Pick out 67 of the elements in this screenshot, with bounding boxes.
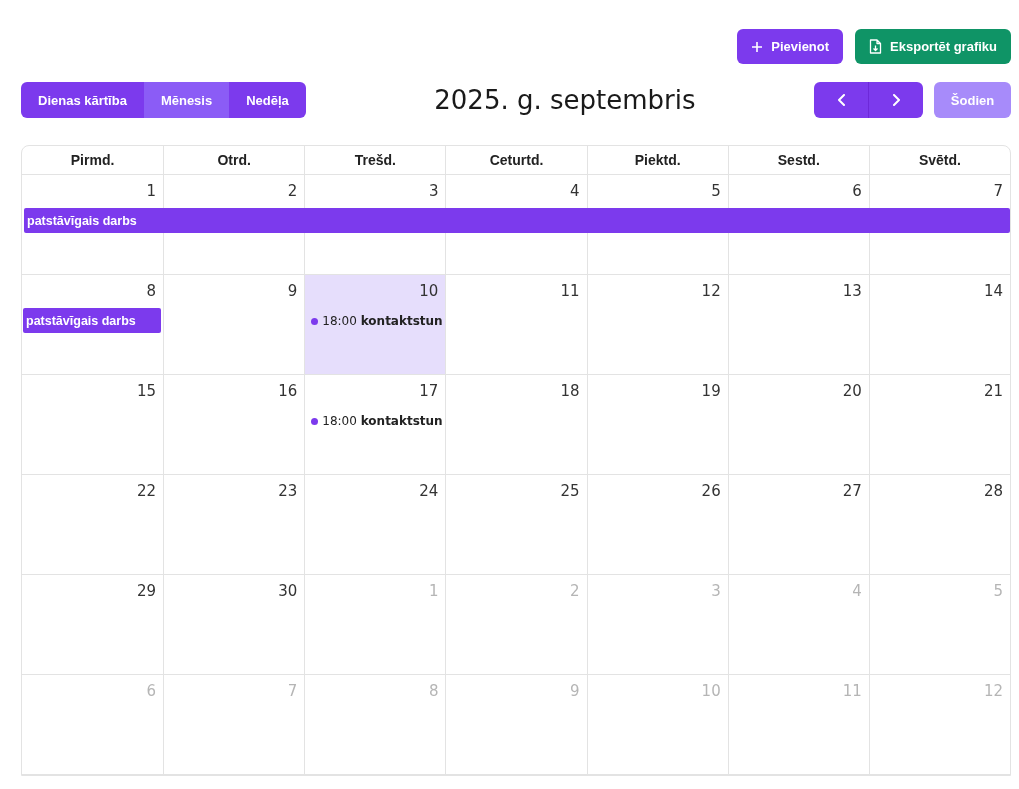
day-number: 8 — [146, 282, 157, 300]
day-number: 11 — [560, 282, 580, 300]
day-number: 5 — [993, 582, 1003, 600]
day-number: 23 — [278, 482, 298, 500]
day-number: 20 — [842, 382, 862, 400]
month-title: 2025. g. septembris — [433, 85, 697, 115]
day-number: 17 — [419, 382, 439, 400]
add-button[interactable]: Pievienot — [737, 29, 844, 64]
day-number: 26 — [701, 482, 721, 500]
day-number: 21 — [983, 382, 1003, 400]
day-number: 24 — [419, 482, 439, 500]
chevron-left-icon — [836, 94, 846, 106]
day-number: 9 — [287, 282, 298, 300]
day-number: 7 — [287, 682, 298, 700]
chevron-right-icon — [891, 94, 901, 106]
day-number: 4 — [570, 182, 580, 200]
day-number: 1 — [428, 582, 439, 600]
day-number: 15 — [137, 382, 157, 400]
day-number: 25 — [560, 482, 580, 500]
weekday-header: Sestd. — [727, 146, 869, 174]
day-number: 27 — [842, 482, 862, 500]
view-tab[interactable]: Dienas kārtība — [21, 82, 144, 118]
day-number: 28 — [983, 482, 1003, 500]
event-label[interactable]: 18:00 kontaktstun — [322, 414, 443, 428]
day-number: 19 — [701, 382, 721, 400]
day-number: 2 — [287, 182, 298, 200]
day-number: 6 — [852, 182, 862, 200]
day-number: 4 — [852, 582, 862, 600]
weekday-header: Pirmd. — [69, 151, 116, 170]
day-number: 1 — [146, 182, 157, 200]
event-bar[interactable]: patstāvīgais darbs — [23, 308, 162, 333]
day-number: 22 — [137, 482, 157, 500]
day-number: 10 — [419, 282, 439, 300]
day-number: 6 — [146, 682, 157, 700]
day-number: 16 — [278, 382, 298, 400]
weekday-header: Ceturtd. — [445, 146, 587, 174]
day-number: 12 — [983, 682, 1003, 700]
day-number: 9 — [570, 682, 580, 700]
weekday-header: Piektd. — [586, 146, 728, 174]
plus-icon — [751, 40, 764, 53]
weekday-header: Trešd. — [304, 146, 446, 174]
event-dot — [311, 417, 319, 425]
event-bar[interactable]: patstāvīgais darbs — [24, 208, 1010, 233]
day-number: 30 — [278, 582, 298, 600]
day-number: 10 — [701, 682, 721, 700]
next-button[interactable] — [868, 82, 923, 118]
weekday-header: Otrd. — [163, 146, 305, 174]
day-number: 2 — [570, 582, 580, 600]
day-number: 11 — [842, 682, 862, 700]
event-dot — [311, 317, 319, 325]
view-tab[interactable]: Nedēļa — [229, 82, 306, 118]
day-number: 7 — [993, 182, 1003, 200]
day-number: 3 — [428, 182, 439, 200]
day-number: 12 — [701, 282, 721, 300]
previous-button[interactable] — [814, 82, 868, 118]
day-number: 29 — [137, 582, 157, 600]
event-label[interactable]: 18:00 kontaktstun — [322, 314, 443, 328]
day-number: 8 — [428, 682, 439, 700]
day-number: 18 — [560, 382, 580, 400]
day-number: 14 — [983, 282, 1003, 300]
view-tab[interactable]: Mēnesis — [143, 82, 230, 118]
day-number: 3 — [711, 582, 721, 600]
export-button[interactable]: Eksportēt grafiku — [855, 29, 1011, 64]
file-download-icon — [869, 39, 883, 54]
day-number: 5 — [711, 182, 721, 200]
weekday-header: Svētd. — [868, 146, 1010, 174]
day-number: 13 — [842, 282, 862, 300]
